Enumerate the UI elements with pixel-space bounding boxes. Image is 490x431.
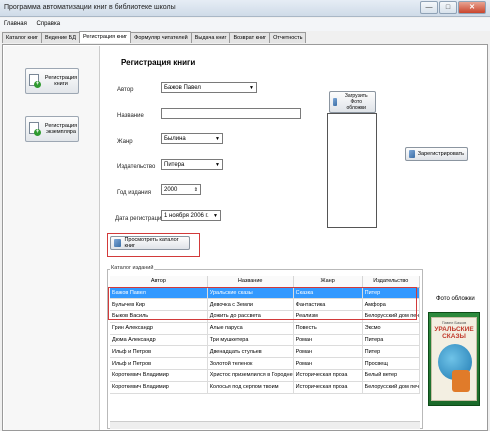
cell-author: Короткевич Владимир <box>110 381 208 394</box>
cover-title: УРАЛЬСКИЕ СКАЗЫ <box>434 326 474 340</box>
author-label: Автор <box>117 87 134 93</box>
register-book-button[interactable]: + Регистрация книги <box>25 68 79 94</box>
date-value: 1 ноября 2006 г. <box>164 212 209 219</box>
register-book-label: Регистрация книги <box>44 74 78 88</box>
cell-genre: Роман <box>293 345 363 359</box>
cover-preview <box>327 113 377 228</box>
publisher-label: Издательство <box>117 164 156 170</box>
year-spinner[interactable]: 2000 ⇕ <box>161 184 201 195</box>
cell-publisher: Белый ветер <box>362 369 420 382</box>
upload-icon <box>333 98 338 106</box>
column-header-publisher[interactable]: Издательство <box>362 276 420 288</box>
cell-publisher: Питер <box>362 345 420 359</box>
column-header-author[interactable]: Автор <box>110 276 208 288</box>
cell-author: Дюма Александр <box>110 334 208 347</box>
cover-figure <box>452 370 470 392</box>
cell-title: Колосья под серпом твоим <box>207 381 294 394</box>
table-row[interactable]: Короткевич Владимир Колосья под серпом т… <box>110 381 420 394</box>
register-label: Зарегистрировать <box>417 151 464 157</box>
cell-author: Ильф и Петров <box>110 357 208 371</box>
date-label: Дата регистрации <box>115 216 165 222</box>
cell-title: Золотой теленок <box>207 357 294 371</box>
cover-photo-label: Фото обложки <box>436 296 475 302</box>
cell-title: Три мушкетера <box>207 334 294 347</box>
tab-return[interactable]: Возврат книг <box>229 32 271 43</box>
add-book-icon: + <box>29 74 41 88</box>
menu-item-help[interactable]: Справка <box>33 18 65 30</box>
chevron-down-icon: ▼ <box>213 212 218 219</box>
tab-readers[interactable]: Формуляр читателей <box>130 32 192 43</box>
cell-publisher: Белорусский дом печ <box>362 381 420 394</box>
window-title: Программа автоматизации книг в библиотек… <box>4 4 176 11</box>
cell-genre: Повесть <box>293 322 363 335</box>
table-row[interactable]: Дюма Александр Три мушкетера Роман Питер… <box>110 334 420 347</box>
tab-db[interactable]: Ведение БД <box>41 32 80 43</box>
year-value: 2000 <box>164 186 178 193</box>
left-sidebar <box>4 46 100 430</box>
publisher-value: Питера <box>164 161 185 168</box>
cell-title: Алые паруса <box>207 322 294 335</box>
column-header-title[interactable]: Название <box>207 276 294 288</box>
register-copy-label: Регистрация экземпляра <box>44 122 78 136</box>
horizontal-scrollbar[interactable] <box>110 421 420 429</box>
column-header-genre[interactable]: Жанр <box>293 276 363 288</box>
chevron-down-icon: ▼ <box>249 84 254 91</box>
form-heading: Регистрация книги <box>121 58 196 67</box>
spin-arrows-icon[interactable]: ⇕ <box>194 187 198 193</box>
genre-value: Былина <box>164 135 186 142</box>
upload-photo-button[interactable]: Загрузить Фото обложки <box>329 91 376 113</box>
cell-genre: Историческая проза <box>293 381 363 394</box>
table-row[interactable]: Ильф и Петров Золотой теленок Роман Прос… <box>110 357 420 371</box>
cell-publisher: Питера <box>362 334 420 347</box>
table-row[interactable]: Ильф и Петров Двенадцать стульев Роман П… <box>110 345 420 359</box>
genre-select[interactable]: Былина ▼ <box>161 133 223 144</box>
tab-registration[interactable]: Регистрация книг <box>78 31 132 43</box>
author-value: Бажов Павел <box>164 84 201 91</box>
catalog-group-title: Каталог изданий <box>110 265 155 271</box>
maximize-button[interactable]: □ <box>439 1 457 14</box>
tab-strip: Каталог книг Ведение БД Регистрация книг… <box>2 31 307 44</box>
table-row[interactable]: Короткевич Владимир Христос приземлился … <box>110 369 420 382</box>
upload-photo-label: Загрузить Фото обложки <box>344 93 368 111</box>
cell-title: Двенадцать стульев <box>207 345 294 359</box>
cell-publisher: Просвещ <box>362 357 420 371</box>
selection-highlight-frame <box>108 287 417 320</box>
menu-bar: Главная Справка <box>0 18 490 31</box>
menu-item-main[interactable]: Главная <box>0 18 31 30</box>
register-button[interactable]: Зарегистрировать <box>405 147 468 161</box>
cell-author: Ильф и Петров <box>110 345 208 359</box>
table-header-row: Автор Название Жанр Издательство <box>110 276 420 288</box>
date-picker[interactable]: 1 ноября 2006 г. ▼ <box>161 210 221 221</box>
chevron-down-icon: ▼ <box>215 135 220 142</box>
genre-label: Жанр <box>117 139 133 145</box>
cell-genre: Роман <box>293 357 363 371</box>
chevron-down-icon: ▼ <box>215 161 220 168</box>
title-bar: Программа автоматизации книг в библиотек… <box>0 0 490 17</box>
author-select[interactable]: Бажов Павел ▼ <box>161 82 257 93</box>
cell-title: Христос приземлился в Городне <box>207 369 294 382</box>
cell-author: Короткевич Владимир <box>110 369 208 382</box>
title-input[interactable] <box>161 108 301 119</box>
title-label: Название <box>117 113 144 119</box>
year-label: Год издания <box>117 190 151 196</box>
tab-issue[interactable]: Выдача книг <box>190 32 231 43</box>
cell-publisher: Эксмо <box>362 322 420 335</box>
view-catalog-label: Просмотреть каталог книг <box>124 237 179 249</box>
save-icon <box>409 150 415 158</box>
close-button[interactable]: ✕ <box>458 1 486 14</box>
add-copy-icon: + <box>29 122 41 136</box>
minimize-button[interactable]: — <box>420 1 438 14</box>
view-catalog-button[interactable]: Просмотреть каталог книг <box>110 236 190 250</box>
cell-genre: Историческая проза <box>293 369 363 382</box>
catalog-icon <box>114 239 122 247</box>
book-cover-image: Павел Бажов УРАЛЬСКИЕ СКАЗЫ <box>428 312 480 406</box>
cover-author: Павел Бажов <box>441 320 467 325</box>
tab-reports[interactable]: Отчетность <box>269 32 307 43</box>
cell-genre: Роман <box>293 334 363 347</box>
register-copy-button[interactable]: + Регистрация экземпляра <box>25 116 79 142</box>
table-row[interactable]: Грин Александр Алые паруса Повесть Эксмо <box>110 322 420 335</box>
tab-catalog[interactable]: Каталог книг <box>2 32 43 43</box>
publisher-select[interactable]: Питера ▼ <box>161 159 223 170</box>
cell-author: Грин Александр <box>110 322 208 335</box>
